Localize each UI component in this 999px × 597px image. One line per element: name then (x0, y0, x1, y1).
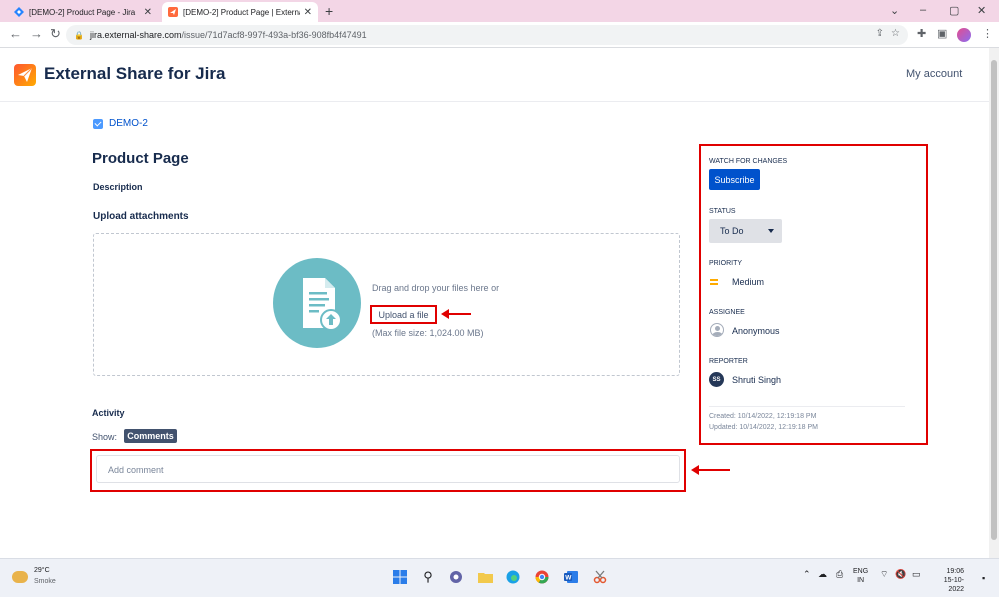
search-icon[interactable]: ⚲ (419, 568, 437, 586)
language-indicator[interactable]: ENG IN (853, 567, 868, 585)
new-tab-icon[interactable]: + (325, 3, 333, 19)
weather-description: Smoke (34, 578, 56, 585)
priority-medium-icon (710, 279, 718, 285)
reporter-avatar: SS (709, 372, 724, 387)
notification-icon[interactable]: ▪ (982, 573, 985, 583)
app-brand: External Share for Jira (44, 64, 226, 83)
clock-time: 19:06 (946, 568, 964, 575)
browser-menu-icon[interactable]: ⋮ (982, 27, 993, 40)
browser-tab-bar: [DEMO-2] Product Page - Jira ✕ [DEMO-2] … (0, 0, 999, 22)
printer-icon[interactable]: ⎙ (836, 569, 843, 580)
page-title: Product Page (92, 150, 189, 167)
maximize-icon[interactable]: ▢ (949, 4, 959, 17)
drag-drop-text: Drag and drop your files here or (372, 283, 500, 293)
system-clock[interactable]: 19:06 15-10-2022 (934, 567, 964, 594)
edge-icon[interactable] (504, 568, 522, 586)
temperature: 29°C (34, 567, 50, 574)
chrome-icon[interactable] (533, 568, 551, 586)
battery-icon[interactable]: ▭ (912, 569, 921, 580)
file-explorer-icon[interactable] (476, 568, 494, 586)
url-path: /issue/71d7acf8-997f-493a-bf36-908fb4f47… (181, 30, 367, 40)
description-label: Description (93, 182, 143, 192)
created-date: Created: 10/14/2022, 12:19:18 PM (709, 413, 817, 420)
comment-highlight-box: Add comment (90, 449, 686, 492)
updated-date: Updated: 10/14/2022, 12:19:18 PM (709, 424, 818, 431)
jira-favicon-icon (14, 7, 24, 17)
paper-plane-icon (18, 67, 33, 82)
upload-attachments-label: Upload attachments (93, 211, 189, 222)
priority-label: PRIORITY (709, 260, 743, 267)
anonymous-avatar-icon (710, 323, 724, 337)
scrollbar-thumb[interactable] (991, 60, 997, 540)
activity-label: Activity (92, 408, 125, 418)
side-panel-icon[interactable]: ▣ (937, 27, 947, 40)
tab-title: [DEMO-2] Product Page - Jira (29, 7, 136, 17)
sidebar-divider (709, 406, 905, 407)
svg-text:W: W (565, 575, 572, 582)
status-value: To Do (720, 226, 744, 236)
tray-chevron-up-icon[interactable]: ⌃ (803, 569, 811, 580)
annotation-arrow-upload (441, 309, 471, 319)
close-window-icon[interactable]: ✕ (977, 4, 986, 17)
language-region: IN (857, 577, 865, 584)
priority-value: Medium (732, 277, 765, 287)
external-share-logo[interactable] (14, 64, 36, 86)
subscribe-button[interactable]: Subscribe (709, 169, 760, 190)
task-type-icon (93, 118, 103, 129)
url-host: jira.external-share.com (89, 30, 182, 40)
windows-taskbar: 29°C Smoke ⚲ W ⌃ ☁ ⎙ ENG IN ⌔ 🔇 ▭ 19:06 … (0, 558, 999, 597)
my-account-link[interactable]: My account (906, 68, 962, 80)
external-share-favicon-icon (168, 7, 178, 17)
app-header: External Share for Jira My account (0, 48, 999, 102)
file-upload-icon (273, 258, 361, 348)
chat-icon[interactable] (447, 568, 465, 586)
reporter-value: Shruti Singh (732, 375, 782, 385)
word-icon[interactable]: W (562, 568, 580, 586)
max-file-size-text: (Max file size: 1,024.00 MB) (372, 328, 484, 338)
back-icon[interactable]: ← (9, 26, 22, 41)
bookmark-star-icon[interactable]: ☆ (891, 28, 900, 39)
onedrive-icon[interactable]: ☁ (818, 569, 827, 580)
forward-icon[interactable]: → (30, 26, 43, 41)
assignee-value: Anonymous (732, 326, 780, 336)
close-tab-icon[interactable]: ✕ (144, 7, 152, 18)
show-label: Show: (92, 432, 118, 442)
snipping-tool-icon[interactable] (591, 568, 609, 586)
address-toolbar: ← → ↻ 🔒 jira.external-share.com/issue/71… (0, 22, 999, 48)
weather-icon[interactable] (12, 571, 28, 583)
minimize-icon[interactable]: – (920, 4, 926, 16)
status-label: STATUS (709, 208, 736, 215)
profile-avatar[interactable] (957, 28, 971, 42)
share-icon[interactable]: ⇪ (876, 28, 884, 39)
volume-muted-icon[interactable]: 🔇 (895, 569, 906, 580)
language-code: ENG (853, 568, 869, 575)
browser-tab-external-share[interactable]: [DEMO-2] Product Page | Externa ✕ (162, 2, 318, 22)
lock-icon: 🔒 (74, 30, 84, 40)
page-scrollbar[interactable] (989, 48, 999, 558)
issue-details-sidebar: WATCH FOR CHANGES Subscribe STATUS To Do… (699, 144, 928, 445)
document-upload-icon (303, 278, 342, 331)
start-menu-icon[interactable] (391, 568, 409, 586)
reporter-label: REPORTER (709, 358, 748, 365)
reload-icon[interactable]: ↻ (50, 26, 61, 42)
assignee-label: ASSIGNEE (709, 309, 745, 316)
breadcrumb[interactable]: DEMO-2 (93, 118, 148, 129)
watch-label: WATCH FOR CHANGES (709, 158, 788, 165)
tab-title: [DEMO-2] Product Page | Externa (183, 7, 300, 17)
url-bar[interactable]: 🔒 jira.external-share.com/issue/71d7acf8… (66, 25, 908, 45)
wifi-icon[interactable]: ⌔ (880, 569, 888, 580)
close-tab-icon[interactable]: ✕ (304, 7, 312, 18)
browser-tab-jira[interactable]: [DEMO-2] Product Page - Jira ✕ (8, 2, 158, 22)
chevron-down-icon (768, 229, 774, 233)
issue-key[interactable]: DEMO-2 (109, 118, 148, 129)
clock-date: 15-10-2022 (943, 577, 964, 593)
annotation-arrow-comment (691, 465, 730, 475)
tab-search-icon[interactable]: ⌄ (890, 4, 899, 17)
status-dropdown[interactable]: To Do (709, 219, 782, 243)
upload-file-button[interactable]: Upload a file (370, 305, 437, 324)
comments-filter-button[interactable]: Comments (124, 429, 177, 443)
add-comment-input[interactable]: Add comment (96, 455, 680, 483)
extensions-icon[interactable]: ✚ (917, 27, 926, 40)
